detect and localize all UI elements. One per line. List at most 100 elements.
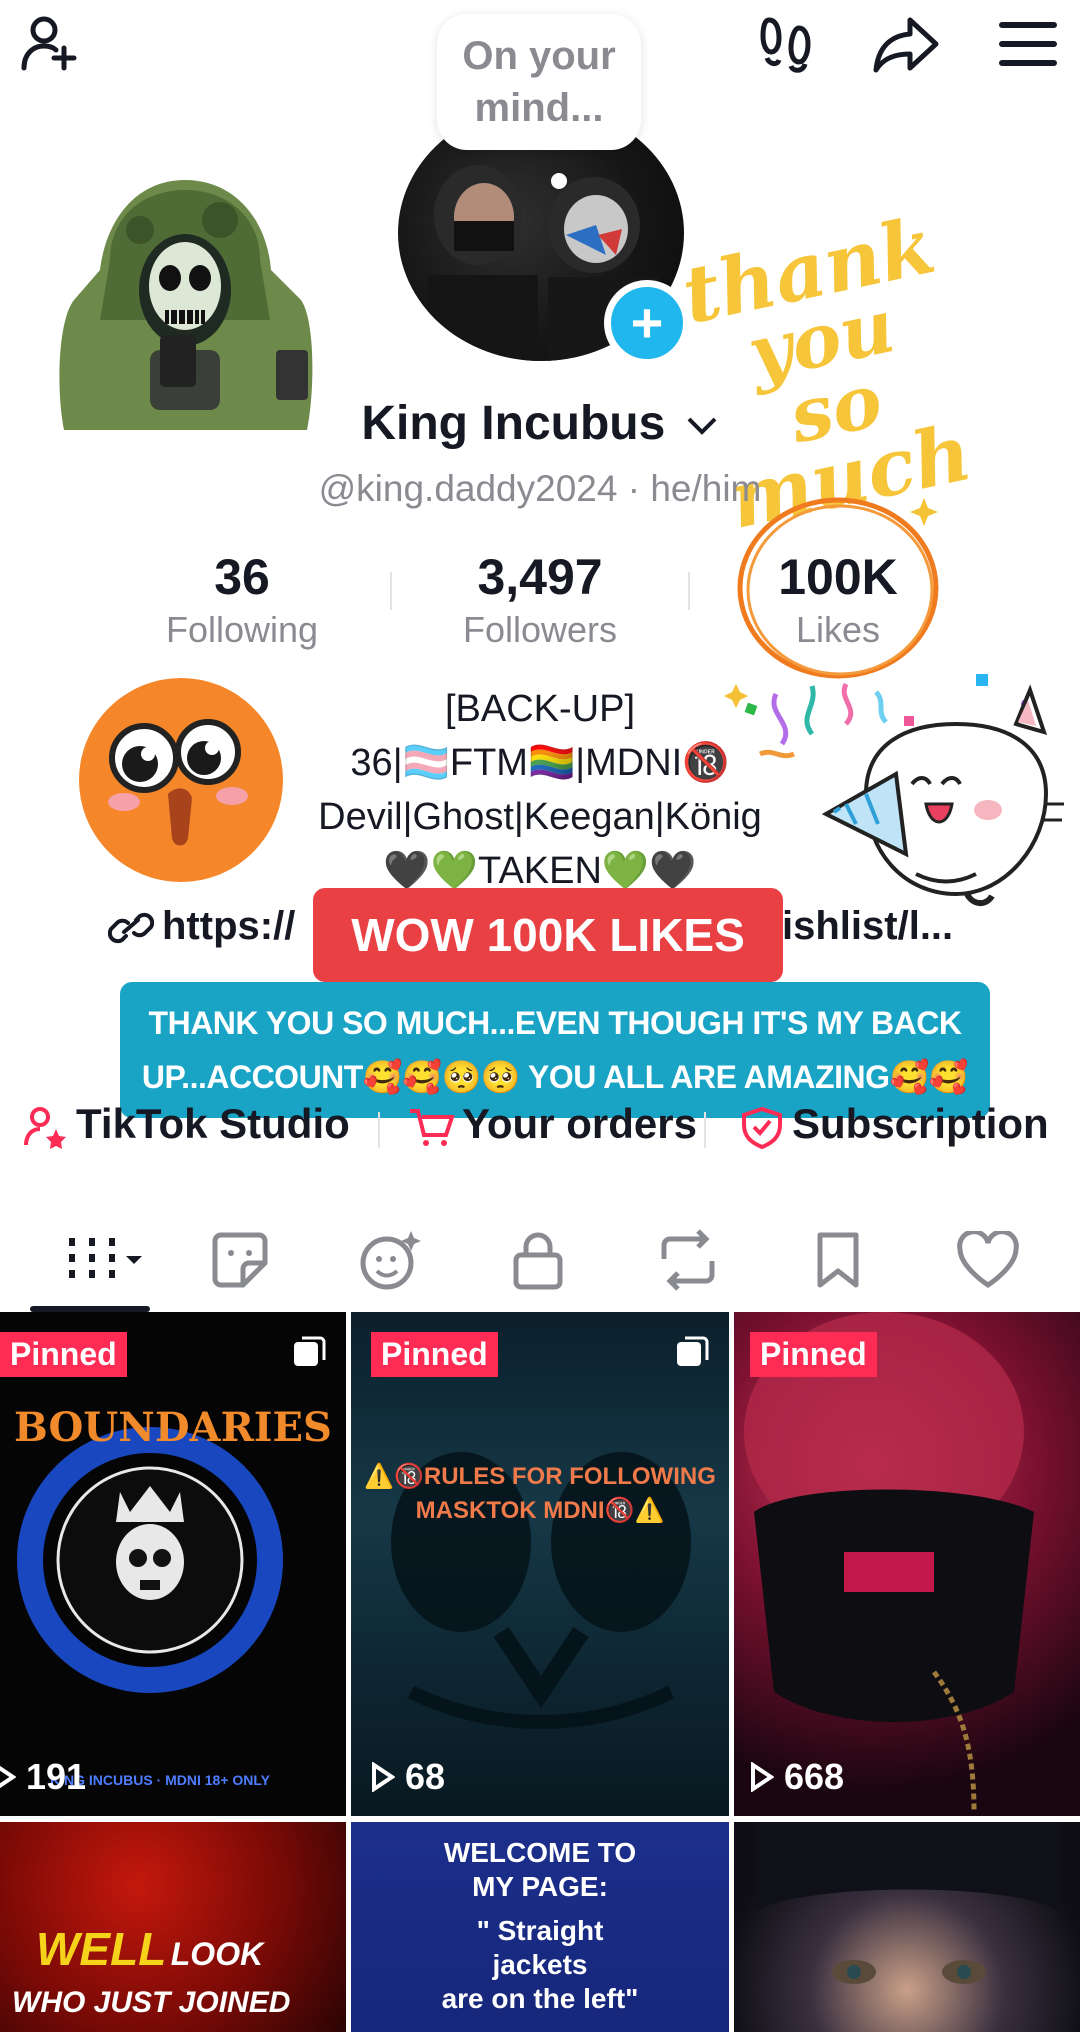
note-text-line1: On your — [462, 34, 616, 78]
video-title-line2: MASKTOK MDNI🔞⚠️ — [415, 1497, 665, 1524]
your-orders-shortcut[interactable]: Your orders — [408, 1100, 697, 1149]
creator-star-icon — [24, 1106, 66, 1149]
pinned-badge: Pinned — [0, 1332, 127, 1377]
view-count: 68 — [371, 1756, 445, 1798]
link-text-left: https:// — [162, 904, 296, 948]
view-count: 191 — [0, 1756, 86, 1798]
video-thumbnail[interactable]: BOUNDARIES KING INCUBUS · MDNI 18+ ONLY … — [0, 1312, 346, 1816]
video-thumbnail[interactable]: Pinned 668 — [734, 1312, 1080, 1816]
bio-line1: [BACK-UP] — [444, 688, 636, 730]
subscription-label: Subscription — [792, 1100, 1049, 1147]
add-story-button[interactable]: + — [604, 280, 690, 366]
caption-line2: MY PAGE: — [472, 1871, 608, 1902]
stat-divider — [688, 572, 690, 610]
video-title-line1: ⚠️🔞RULES FOR FOLLOWING — [364, 1463, 716, 1490]
your-orders-label: Your orders — [462, 1100, 697, 1147]
bio-line2: 36|🏳️‍⚧️FTM🏳️‍🌈|MDNI🔞 — [350, 742, 730, 784]
tab-reposts[interactable] — [638, 1210, 738, 1310]
video-thumbnail[interactable] — [734, 1822, 1080, 2032]
stat-following[interactable]: 36 Following — [122, 548, 362, 654]
video-title: BOUNDARIES — [14, 1404, 332, 1451]
heart-icon — [957, 1231, 1019, 1288]
share-arrow-icon — [873, 17, 939, 73]
caption-line1: WELCOME TO — [443, 1837, 637, 1868]
tab-ai-self[interactable] — [340, 1210, 440, 1310]
tiktok-studio-shortcut[interactable]: TikTok Studio — [22, 1100, 350, 1149]
link-text-right[interactable]: ishlist/l... — [782, 904, 953, 949]
profile-bio: [BACK-UP] 36|🏳️‍⚧️FTM🏳️‍🌈|MDNI🔞 Devil|Gh… — [0, 682, 1080, 898]
masked-man-artwork — [744, 1312, 1034, 1813]
thanks-line2: UP...ACCOUNT🥰🥰🥺🥺 YOU ALL ARE AMAZING🥰🥰 — [141, 1059, 969, 1095]
bookmark-icon — [817, 1232, 859, 1288]
multi-photo-icon — [294, 1336, 326, 1366]
hamburger-icon — [999, 22, 1057, 66]
cart-icon — [410, 1108, 455, 1146]
followers-label: Followers — [462, 609, 618, 650]
play-icon — [372, 1762, 395, 1792]
link-icon — [107, 913, 155, 944]
stat-followers[interactable]: 3,497 Followers — [420, 548, 660, 654]
shortcut-divider — [378, 1112, 380, 1148]
chevron-down-icon — [687, 417, 717, 436]
shortcut-divider — [704, 1112, 706, 1148]
followers-count: 3,497 — [477, 549, 603, 605]
balaclava-man-artwork — [754, 1822, 1060, 1984]
pinned-badge: Pinned — [750, 1332, 877, 1377]
caption-line5: are on the left" — [441, 1983, 639, 2014]
video-caption: WELL LOOK — [36, 1922, 263, 1976]
view-count-text: 68 — [405, 1756, 446, 1797]
add-friend-button[interactable] — [14, 8, 86, 80]
subscription-shortcut[interactable]: Subscription — [738, 1100, 1049, 1150]
view-count: 668 — [750, 1756, 844, 1798]
tiktok-studio-label: TikTok Studio — [76, 1100, 350, 1147]
profile-tabs — [0, 1210, 1080, 1310]
boundaries-artwork — [17, 1427, 283, 1693]
sparkle-face-icon — [360, 1231, 421, 1290]
video-grid: BOUNDARIES KING INCUBUS · MDNI 18+ ONLY … — [0, 1312, 1080, 2032]
video-thumbnail[interactable]: ⚠️🔞RULES FOR FOLLOWING MASKTOK MDNI🔞⚠️ P… — [351, 1312, 729, 1816]
repost-icon — [661, 1229, 715, 1291]
stat-divider — [390, 572, 392, 610]
person-plus-icon — [21, 16, 77, 71]
tab-liked[interactable] — [938, 1210, 1038, 1310]
caption-look: LOOK — [170, 1936, 264, 1972]
view-count-text: 668 — [784, 1756, 845, 1797]
caption-line3: " Straight — [476, 1915, 604, 1946]
tab-stickers[interactable] — [190, 1210, 290, 1310]
pinned-badge: Pinned — [371, 1332, 498, 1377]
likes-highlight-circle — [737, 497, 939, 679]
profile-name-row[interactable]: King Incubus — [0, 396, 1080, 451]
note-text-line2: mind... — [474, 86, 604, 130]
play-icon — [751, 1762, 774, 1792]
video-title: ⚠️🔞RULES FOR FOLLOWING MASKTOK MDNI🔞⚠️ — [351, 1460, 729, 1528]
caption-line4: jackets — [492, 1949, 588, 1980]
sticker-icon — [212, 1232, 268, 1288]
video-thumbnail[interactable]: WELL LOOK WHO JUST JOINED — [0, 1822, 346, 2032]
note-bubble[interactable]: On your mind... — [437, 14, 641, 150]
tab-favorites[interactable] — [788, 1210, 888, 1310]
video-caption: WELCOME TO MY PAGE: " Straight jackets a… — [351, 1836, 729, 2016]
following-count: 36 — [214, 549, 270, 605]
following-label: Following — [165, 609, 319, 650]
bio-link[interactable]: https:// — [107, 904, 296, 949]
footprints-icon — [760, 17, 811, 73]
play-icon — [0, 1765, 16, 1789]
menu-button[interactable] — [992, 8, 1064, 80]
grid-videos-icon — [69, 1238, 142, 1278]
multi-photo-icon — [677, 1336, 709, 1366]
view-count-text: 191 — [26, 1756, 87, 1797]
share-profile-button[interactable] — [870, 8, 942, 80]
thanks-overlay: THANK YOU SO MUCH...EVEN THOUGH IT'S MY … — [120, 982, 990, 1118]
caption-who-joined: WHO JUST JOINED — [12, 1986, 291, 2019]
caption-well: WELL — [36, 1923, 167, 1975]
profile-views-button[interactable] — [752, 8, 824, 80]
tab-videos[interactable] — [40, 1210, 160, 1310]
tab-private[interactable] — [488, 1210, 588, 1310]
wow-overlay: WOW 100K LIKES — [313, 888, 783, 982]
lock-icon — [513, 1232, 563, 1290]
thanks-line1: THANK YOU SO MUCH...EVEN THOUGH IT'S MY … — [148, 1005, 962, 1041]
bubble-tail-dot — [551, 173, 567, 189]
profile-name: King Incubus — [361, 397, 666, 450]
video-thumbnail[interactable]: WELCOME TO MY PAGE: " Straight jackets a… — [351, 1822, 729, 2032]
ghost-mask-artwork — [391, 1452, 691, 1729]
